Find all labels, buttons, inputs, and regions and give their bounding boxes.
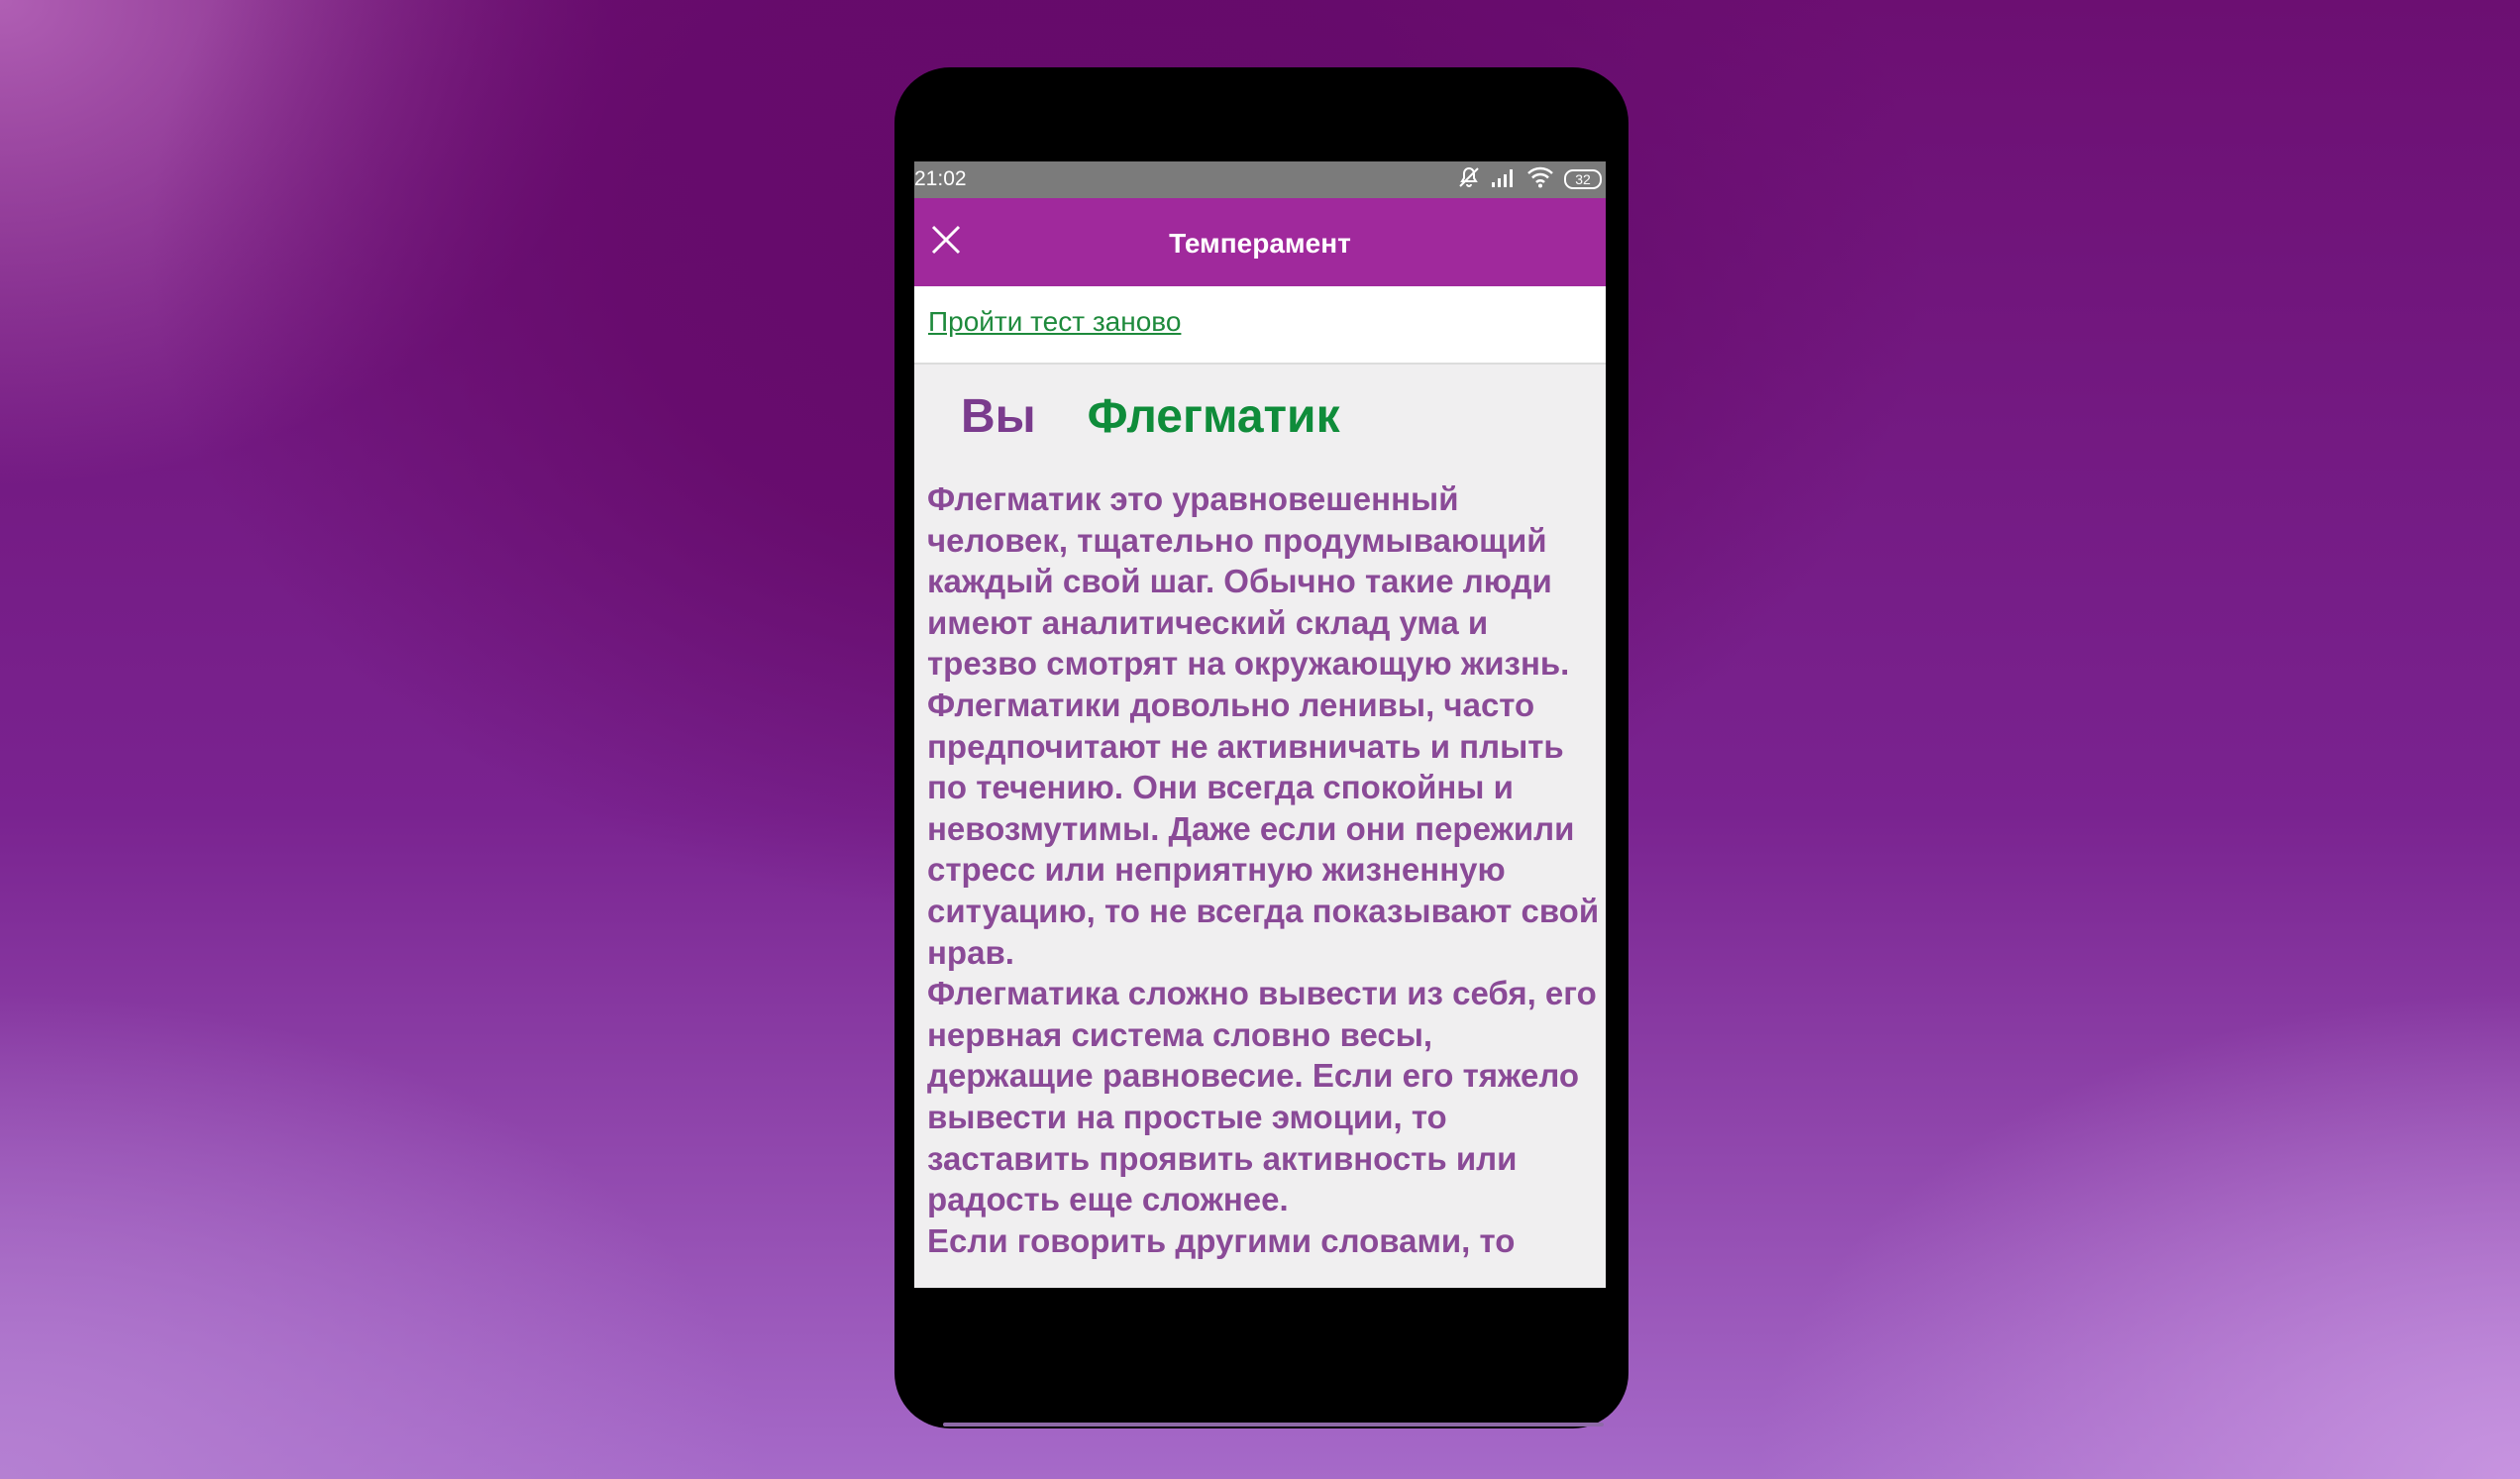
retake-panel: Пройти тест заново [914,286,1606,365]
description-paragraph: Флегматики довольно ленивы, часто предпо… [927,686,1600,971]
result-prefix: Вы [961,390,1036,443]
battery-icon: 32 [1564,169,1602,189]
retake-test-link[interactable]: Пройти тест заново [928,306,1181,338]
phone-screen: 21:02 32 Темперамент Пройти тест заново … [914,161,1606,1288]
result-heading: Вы Флегматик [961,389,1340,444]
result-temperament: Флегматик [1087,390,1340,443]
app-bar: Темперамент [914,198,1606,286]
signal-icon [1491,166,1517,192]
description-paragraph: Флегматик это уравновешенный человек, тщ… [927,480,1570,683]
description-paragraph: Флегматика сложно вывести из себя, его н… [927,975,1597,1218]
status-icons: 32 [1457,166,1602,192]
description-paragraph: Если говорить другими словами, то [927,1221,1516,1259]
mute-bell-icon [1457,165,1481,193]
page-title: Темперамент [1169,228,1351,259]
phone-edge-highlight [943,1423,1604,1426]
wifi-icon [1526,166,1554,192]
status-time: 21:02 [914,167,967,190]
status-bar: 21:02 32 [914,161,1606,198]
description-text: Флегматик это уравновешенный человек, тщ… [927,478,1601,1261]
